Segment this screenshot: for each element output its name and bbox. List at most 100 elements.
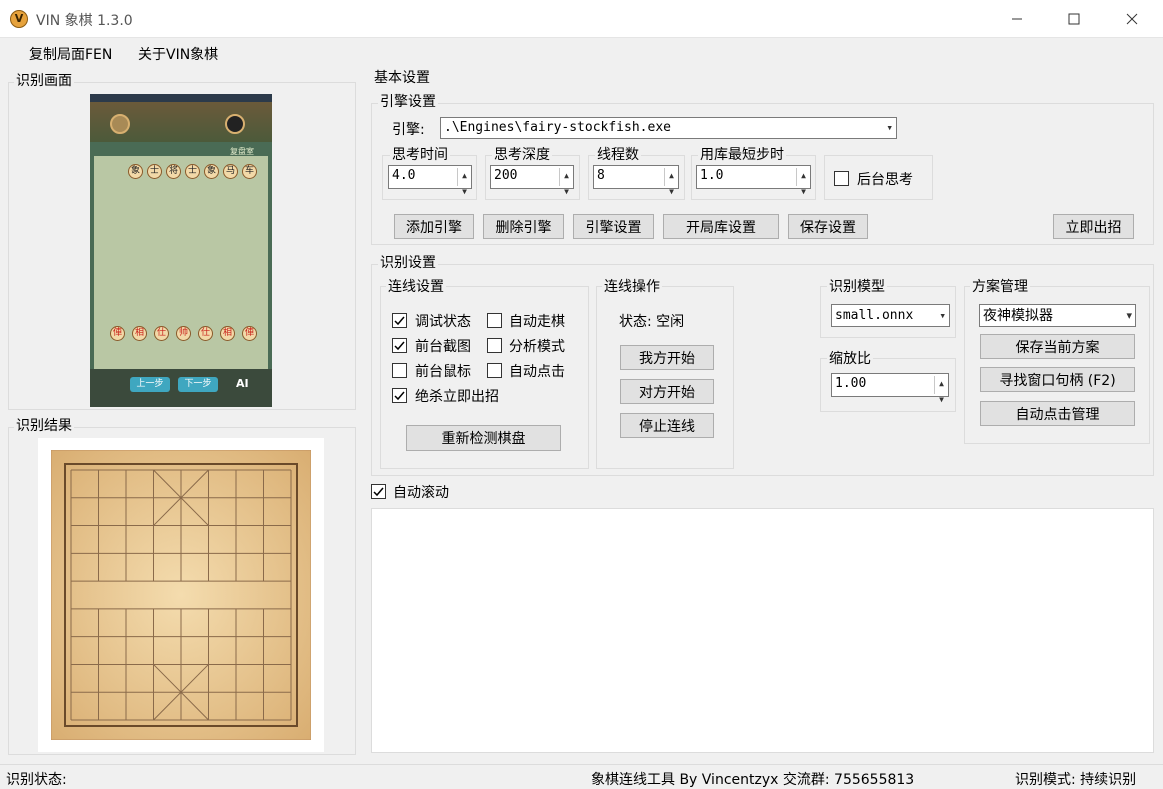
front-mouse-label: 前台鼠标 bbox=[415, 364, 471, 380]
model-select-value: small.onnx bbox=[835, 307, 914, 323]
model-title: 识别模型 bbox=[827, 276, 887, 296]
title-bar: V VIN 象棋 1.3.0 bbox=[0, 0, 1163, 38]
autoscroll-checkbox[interactable] bbox=[371, 484, 386, 499]
phone-piece-black: 马 bbox=[223, 164, 238, 179]
depth-value: 200 bbox=[494, 168, 518, 183]
phone-piece-red: 帅 bbox=[176, 326, 191, 341]
spin-down-icon: ▼ bbox=[801, 187, 806, 196]
engine-group-title: 引擎设置 bbox=[378, 91, 438, 111]
phone-piece-red: 俥 bbox=[110, 326, 125, 341]
window-title: VIN 象棋 1.3.0 bbox=[36, 13, 133, 29]
spin-up-icon: ▲ bbox=[801, 171, 806, 180]
opponent-avatar-icon bbox=[225, 114, 245, 134]
close-icon bbox=[1126, 13, 1138, 25]
think-time-label: 思考时间 bbox=[390, 144, 450, 164]
front-capture-checkbox[interactable] bbox=[392, 338, 407, 353]
phone-piece-black: 士 bbox=[147, 164, 162, 179]
spin-up-icon: ▲ bbox=[669, 171, 674, 180]
auto-click-manage-button[interactable]: 自动点击管理 bbox=[980, 401, 1135, 426]
spin-up-icon: ▲ bbox=[939, 379, 944, 388]
maximize-button[interactable] bbox=[1045, 0, 1103, 38]
checkmark-icon bbox=[394, 341, 405, 351]
bg-think-checkbox[interactable] bbox=[834, 171, 849, 186]
debug-label: 调试状态 bbox=[415, 314, 471, 330]
engine-settings-button[interactable]: 引擎设置 bbox=[573, 214, 654, 239]
status-bar: 识别状态: 象棋连线工具 By Vincentzyx 交流群: 75565581… bbox=[0, 764, 1163, 789]
book-time-value: 1.0 bbox=[700, 168, 724, 183]
menu-bar: 复制局面FEN 关于VIN象棋 bbox=[0, 38, 1163, 66]
front-mouse-checkbox[interactable] bbox=[392, 363, 407, 378]
minimize-button[interactable] bbox=[988, 0, 1046, 38]
my-start-button[interactable]: 我方开始 bbox=[620, 345, 714, 370]
delete-engine-button[interactable]: 删除引擎 bbox=[483, 214, 564, 239]
chevron-down-icon: ▾ bbox=[1126, 308, 1132, 322]
auto-click-checkbox[interactable] bbox=[487, 363, 502, 378]
result-title: 识别结果 bbox=[14, 415, 74, 435]
opp-start-button[interactable]: 对方开始 bbox=[620, 379, 714, 404]
scale-value: 1.00 bbox=[835, 376, 867, 391]
book-time-spinner[interactable]: ▲ ▼ bbox=[796, 168, 810, 196]
kill-move-checkbox[interactable] bbox=[392, 388, 407, 403]
autoscroll-label: 自动滚动 bbox=[393, 485, 449, 501]
minimize-icon bbox=[1012, 18, 1022, 20]
scheme-select-value: 夜神模拟器 bbox=[983, 307, 1053, 324]
front-capture-label: 前台截图 bbox=[415, 339, 471, 355]
phone-piece-red: 俥 bbox=[242, 326, 257, 341]
spin-down-icon: ▼ bbox=[564, 187, 569, 196]
move-now-button[interactable]: 立即出招 bbox=[1053, 214, 1134, 239]
spin-down-icon: ▼ bbox=[939, 395, 944, 404]
capture-image: 复盘室 象士将士象马车俥相仕帅仕相俥 上一步 下一步 AI bbox=[90, 94, 272, 407]
menu-copy-fen[interactable]: 复制局面FEN bbox=[29, 44, 112, 64]
save-settings-button[interactable]: 保存设置 bbox=[788, 214, 868, 239]
scheme-select[interactable]: 夜神模拟器 ▾ bbox=[979, 304, 1136, 327]
think-time-input[interactable]: 4.0 ▲ ▼ bbox=[388, 165, 472, 196]
threads-spinner[interactable]: ▲ ▼ bbox=[664, 168, 678, 196]
status-credit: 象棋连线工具 By Vincentzyx 交流群: 755655813 bbox=[591, 772, 915, 788]
spin-up-icon: ▲ bbox=[462, 171, 467, 180]
threads-input[interactable]: 8 ▲ ▼ bbox=[593, 165, 679, 196]
phone-prev-button: 上一步 bbox=[130, 377, 170, 392]
find-window-button[interactable]: 寻找窗口句柄 (F2) bbox=[980, 367, 1135, 392]
phone-piece-red: 仕 bbox=[154, 326, 169, 341]
phone-next-button: 下一步 bbox=[178, 377, 218, 392]
depth-spinner[interactable]: ▲ ▼ bbox=[559, 168, 573, 196]
engine-select[interactable]: .\Engines\fairy-stockfish.exe ▾ bbox=[440, 117, 897, 139]
chevron-down-icon: ▾ bbox=[886, 121, 893, 134]
auto-click-label: 自动点击 bbox=[509, 364, 565, 380]
save-scheme-button[interactable]: 保存当前方案 bbox=[980, 334, 1135, 359]
auto-move-checkbox[interactable] bbox=[487, 313, 502, 328]
think-time-spinner[interactable]: ▲ ▼ bbox=[457, 168, 471, 196]
checkmark-icon bbox=[394, 391, 405, 401]
menu-about[interactable]: 关于VIN象棋 bbox=[138, 44, 218, 64]
depth-input[interactable]: 200 ▲ ▼ bbox=[490, 165, 574, 196]
book-settings-button[interactable]: 开局库设置 bbox=[663, 214, 779, 239]
basic-settings-title: 基本设置 bbox=[372, 67, 432, 87]
analyze-checkbox[interactable] bbox=[487, 338, 502, 353]
chevron-down-icon: ▾ bbox=[939, 308, 946, 322]
scheme-title: 方案管理 bbox=[970, 276, 1030, 296]
think-time-value: 4.0 bbox=[392, 168, 416, 183]
maximize-icon bbox=[1068, 13, 1080, 25]
debug-checkbox[interactable] bbox=[392, 313, 407, 328]
spin-down-icon: ▼ bbox=[669, 187, 674, 196]
add-engine-button[interactable]: 添加引擎 bbox=[394, 214, 474, 239]
phone-topbar bbox=[90, 94, 272, 102]
engine-label: 引擎: bbox=[392, 122, 425, 138]
engine-select-value: .\Engines\fairy-stockfish.exe bbox=[444, 120, 671, 135]
redetect-board-button[interactable]: 重新检测棋盘 bbox=[406, 425, 561, 451]
stop-link-button[interactable]: 停止连线 bbox=[620, 413, 714, 438]
capture-title: 识别画面 bbox=[14, 70, 74, 90]
close-button[interactable] bbox=[1103, 0, 1161, 38]
scale-spinner[interactable]: ▲ ▼ bbox=[934, 376, 948, 404]
spin-up-icon: ▲ bbox=[564, 171, 569, 180]
link-status: 状态: 空闲 bbox=[619, 314, 685, 330]
phone-piece-black: 车 bbox=[242, 164, 257, 179]
log-output[interactable] bbox=[371, 508, 1154, 753]
book-time-input[interactable]: 1.0 ▲ ▼ bbox=[696, 165, 811, 196]
checkmark-icon bbox=[394, 316, 405, 326]
status-recognition: 识别状态: bbox=[6, 772, 67, 788]
phone-piece-red: 相 bbox=[132, 326, 147, 341]
model-select[interactable]: small.onnx ▾ bbox=[831, 304, 950, 327]
phone-piece-black: 士 bbox=[185, 164, 200, 179]
scale-input[interactable]: 1.00 ▲ ▼ bbox=[831, 373, 949, 404]
